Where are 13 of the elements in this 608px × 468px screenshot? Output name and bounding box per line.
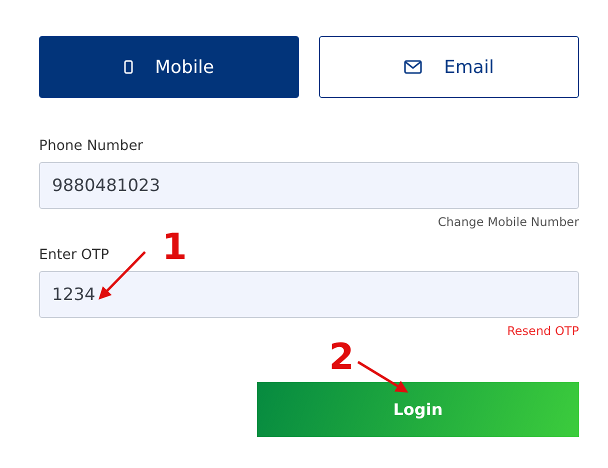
annotation-arrow <box>357 360 408 393</box>
step-number: 1 <box>162 230 188 266</box>
phone-icon <box>124 60 133 74</box>
step-number: 2 <box>329 340 354 376</box>
resend-link[interactable]: Resend OTP <box>507 324 579 338</box>
input-field[interactable]: 9880481023 <box>39 162 579 209</box>
field-label: Enter OTP <box>39 247 110 263</box>
login-method-tab[interactable]: Email <box>319 36 579 98</box>
login-method-tab[interactable]: Mobile <box>39 36 299 98</box>
input-field[interactable]: 1234 <box>39 271 579 318</box>
field-label: Phone Number <box>39 138 144 154</box>
mail-icon <box>404 60 422 74</box>
change-link[interactable]: Change Mobile Number <box>438 215 579 229</box>
